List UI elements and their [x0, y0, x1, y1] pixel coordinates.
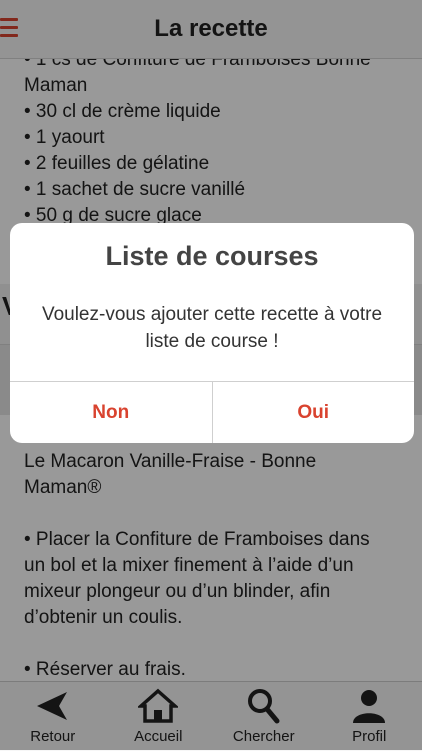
yes-button[interactable]: Oui: [213, 382, 415, 443]
dialog-message-line: liste de course !: [145, 331, 278, 352]
no-button[interactable]: Non: [10, 382, 213, 443]
dialog-message-line: Voulez-vous ajouter cette recette à votr…: [42, 304, 382, 325]
dialog-title: Liste de courses: [10, 241, 414, 272]
dialog-message: Voulez-vous ajouter cette recette à votr…: [22, 301, 402, 355]
dialog-button-row: Non Oui: [10, 381, 414, 443]
shopping-list-dialog: Liste de courses Voulez-vous ajouter cet…: [10, 223, 414, 443]
